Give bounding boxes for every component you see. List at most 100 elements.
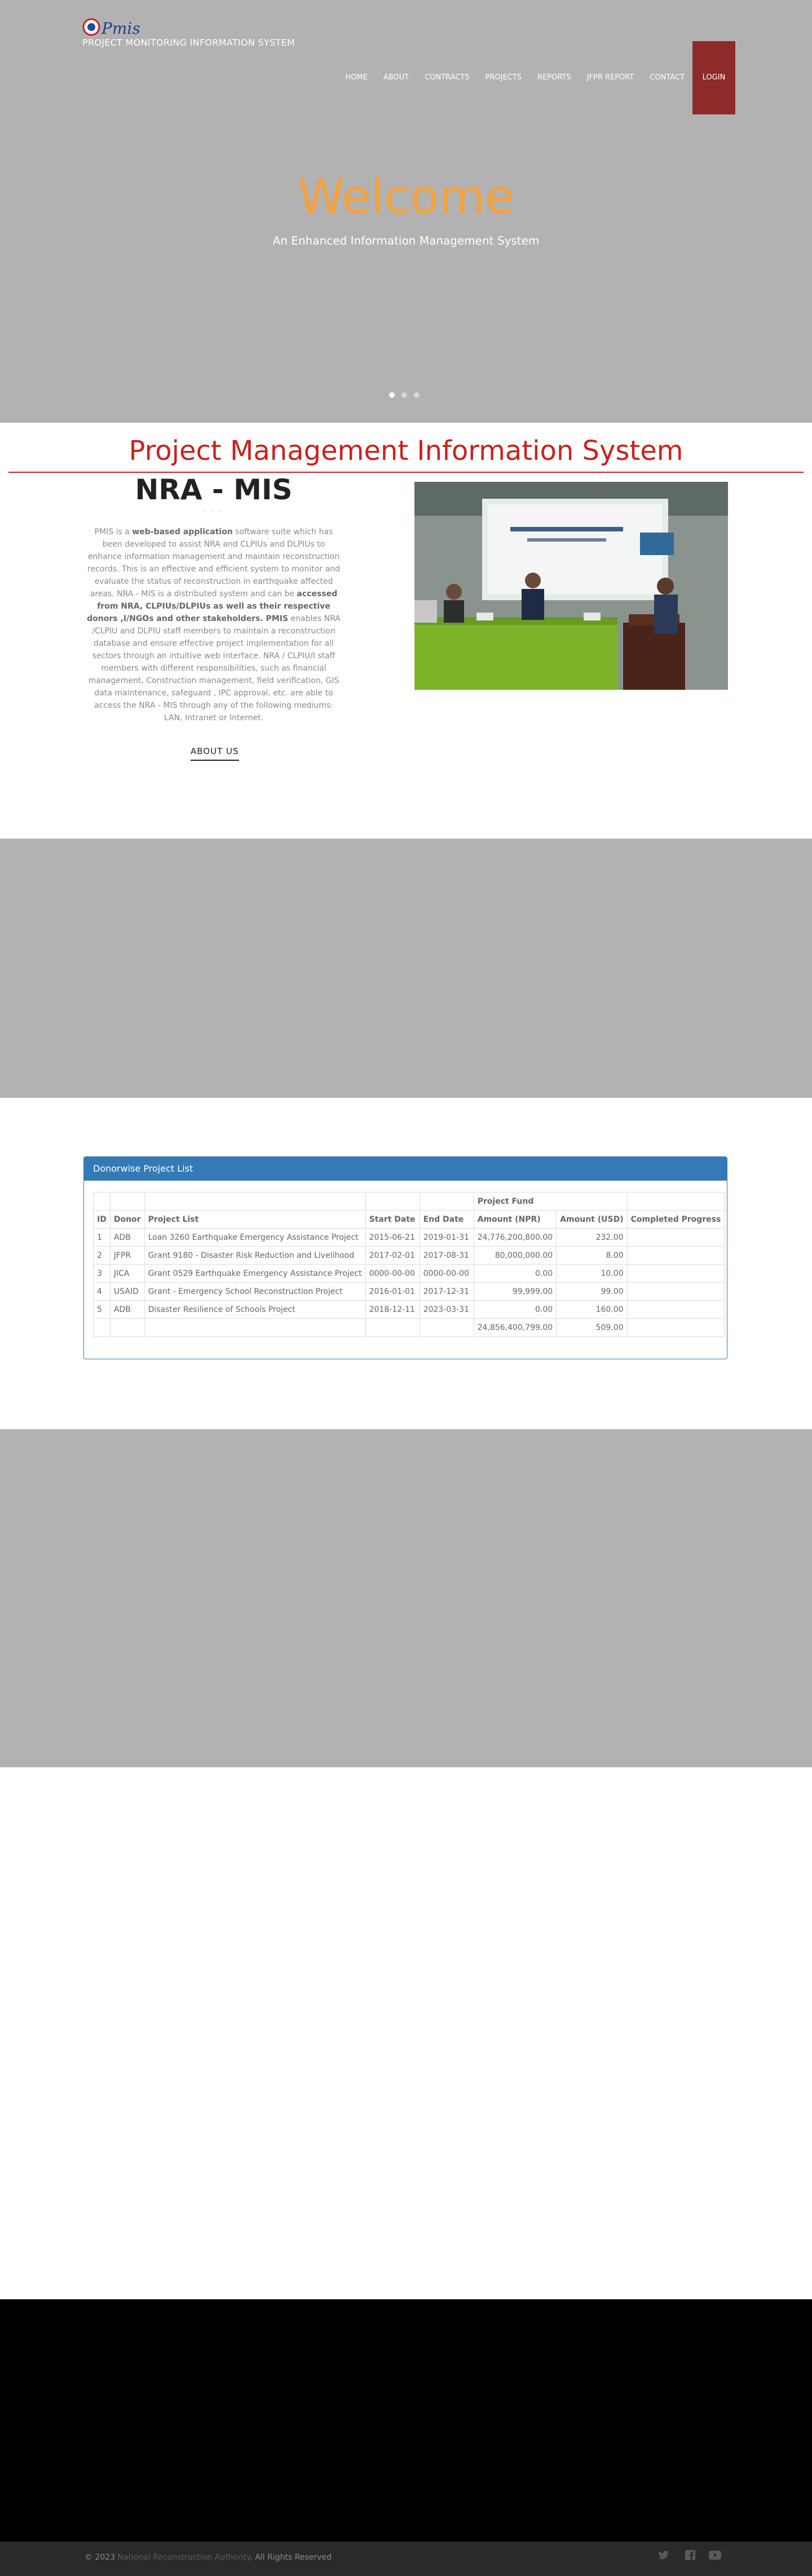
table-cell: 232.00 [556,1228,628,1247]
table-cell: 4 [93,1282,111,1301]
table-cell: 2015-06-21 [365,1228,420,1247]
main-nav: HOME ABOUT CONTRACTS PROJECTS REPORTS JFPR RE… [337,41,692,114]
hero-subtitle: An Enhanced Information Management Syste… [272,234,540,247]
table-cell: 10.00 [556,1264,628,1283]
table-cell: 3 [93,1264,111,1283]
footer [0,2299,812,2576]
table-cell: 1 [93,1228,111,1247]
table-cell [626,1300,725,1319]
table-cell [109,1318,145,1337]
table-cell [365,1318,420,1337]
panel-title: Donorwise Project List [84,1157,727,1181]
nav-item-reports[interactable]: REPORTS [529,41,579,114]
column-header: Amount (USD) [556,1210,628,1229]
nav-item-projects[interactable]: PROJECTS [478,41,529,114]
nav-item-contracts[interactable]: CONTRACTS [417,41,477,114]
column-header: End Date [419,1210,474,1229]
table-cell: 509.00 [556,1318,628,1337]
hero-banner: Pmis PROJECT MONITORING INFORMATION SYST… [0,0,812,423]
svg-text:Pmis: Pmis [101,19,140,37]
table-cell: USAID [109,1282,145,1301]
header-spacer [419,1192,474,1211]
conference-photo [414,482,728,690]
copyright-year: © 2023 [85,2553,116,2562]
column-header: Project List [144,1210,366,1229]
pmis-logo-icon: Pmis [82,18,140,37]
copyright-text: © 2023 National Reconstruction Authority… [85,2553,332,2562]
twitter-icon[interactable] [657,2550,670,2564]
table-cell: 24,776,200,800.00 [473,1228,557,1247]
header-spacer [365,1192,420,1211]
table-cell: 5 [93,1300,111,1319]
nra-mis-heading: NRA - MIS [135,473,293,506]
org-link[interactable]: National Reconstruction Authority [118,2553,250,2562]
table-cell[interactable]: Grant - Emergency School Reconstruction … [144,1282,366,1301]
header-spacer [93,1192,111,1211]
slider-dot[interactable] [414,392,420,398]
nra-mis-description: PMIS is a web-based application software… [85,526,343,724]
column-header: Amount (NPR) [473,1210,557,1229]
table-cell: 160.00 [556,1300,628,1319]
nav-item-jfpr-report[interactable]: JFPR REPORT [579,41,642,114]
table-row: 2 JFPR Grant 9180 - Disaster Risk Reductio… [93,1246,725,1265]
emphasis-text: web-based application [132,527,233,537]
table-cell [419,1318,474,1337]
section-divider [8,472,804,473]
header-spacer [626,1192,725,1211]
donorwise-project-panel: Donorwise Project List Project Fund ID Do… [83,1156,727,1359]
table-cell [626,1228,725,1247]
table-cell: ADB [109,1300,145,1319]
total-row: 24,856,400,799.00 509.00 [93,1318,725,1337]
table-cell: 2023-03-31 [419,1300,474,1319]
body-text: PMIS is a [94,527,133,537]
body-text: enables NRA /CLPIU and DLPIU staff membe… [88,614,341,722]
placeholder-band [0,1429,812,1767]
placeholder-band [0,839,812,1098]
nav-item-about[interactable]: ABOUT [376,41,417,114]
youtube-icon[interactable] [708,2550,722,2564]
table-cell [626,1318,725,1337]
donor-project-table: Project Fund ID Donor Project List Start Da… [93,1192,725,1337]
table-cell: 99,999.00 [473,1282,557,1301]
project-fund-header: Project Fund [473,1192,628,1211]
table-cell[interactable]: Grant 9180 - Disaster Risk Reduction and… [144,1246,366,1265]
table-cell: 0000-00-00 [419,1264,474,1283]
facebook-icon[interactable] [683,2550,697,2564]
slider-dot[interactable] [389,392,395,398]
nav-item-contact[interactable]: CONTACT [642,41,692,114]
table-cell: 2 [93,1246,111,1265]
table-cell: ADB [109,1228,145,1247]
table-cell: 0.00 [473,1264,557,1283]
site-subtitle: PROJECT MONITORING INFORMATION SYSTEM [82,37,295,48]
nav-item-home[interactable]: HOME [337,41,375,114]
table-cell[interactable]: Disaster Resilience of Schools Project [144,1300,366,1319]
about-us-link[interactable]: ABOUT US [191,746,239,761]
hero-title: Welcome [297,169,515,224]
table-cell: 2019-01-31 [419,1228,474,1247]
table-cell [93,1318,111,1337]
rights-text: . All Rights Reserved [250,2553,332,2562]
section-title: Project Management Information System [129,435,683,467]
table-cell [626,1282,725,1301]
login-button[interactable]: LOGIN [692,41,735,114]
table-cell: 2016-01-01 [365,1282,420,1301]
table-cell [626,1264,725,1283]
table-row: 5 ADB Disaster Resilience of Schools Proje… [93,1300,725,1319]
table-cell: 2017-02-01 [365,1246,420,1265]
table-cell[interactable]: Loan 3260 Earthquake Emergency Assistanc… [144,1228,366,1247]
table-cell: 2018-12-11 [365,1300,420,1319]
header-spacer [144,1192,366,1211]
column-header: Start Date [365,1210,420,1229]
table-cell: 8.00 [556,1246,628,1265]
table-cell: 2017-08-31 [419,1246,474,1265]
table-cell[interactable]: Grant 0529 Earthquake Emergency Assistan… [144,1264,366,1283]
table-row: 4 USAID Grant - Emergency School Reconstru… [93,1282,725,1301]
table-cell [626,1246,725,1265]
heading-dots: . . . [204,506,224,513]
table-cell: 99.00 [556,1282,628,1301]
column-header: Donor [109,1210,145,1229]
table-cell: 80,000,000.00 [473,1246,557,1265]
table-cell: 2017-12-31 [419,1282,474,1301]
slider-dot[interactable] [401,392,407,398]
table-cell: 24,856,400,799.00 [473,1318,557,1337]
